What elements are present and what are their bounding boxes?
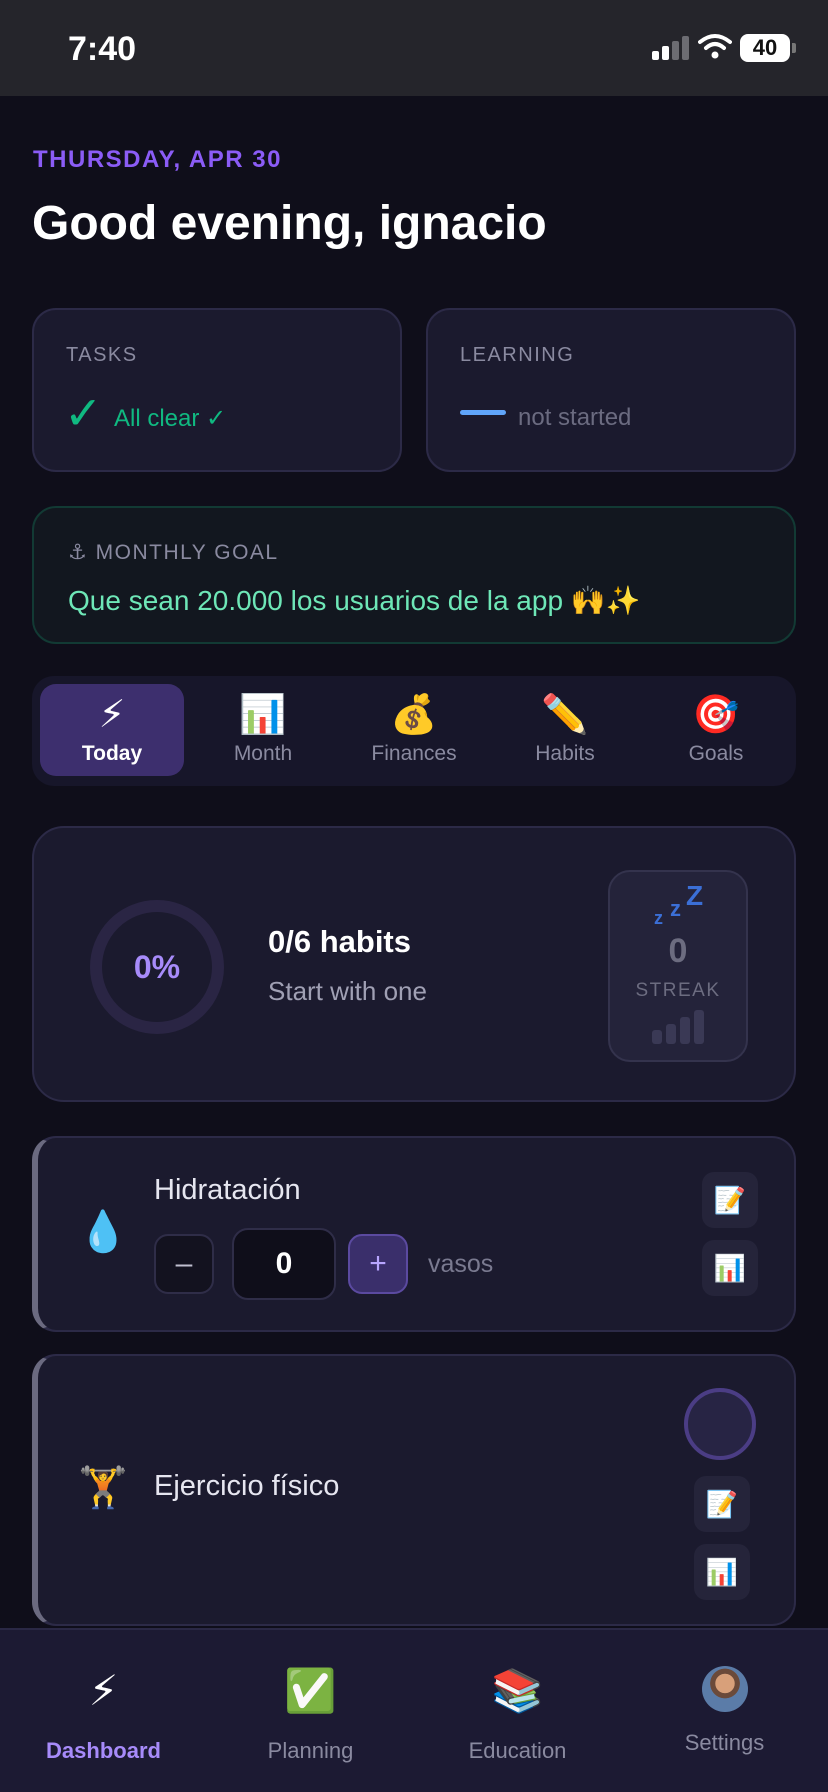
habit-count[interactable]: 0	[232, 1228, 336, 1300]
habits-count: 0/6 habits	[268, 924, 411, 959]
tab-label: Today	[81, 742, 143, 765]
status-time: 7:40	[68, 30, 137, 68]
habit-name: Hidratación	[154, 1174, 301, 1206]
greeting-title: Good evening, ignacio	[32, 197, 547, 250]
money-bag-icon: 💰	[390, 694, 438, 736]
tab-goals[interactable]: 🎯 Goals	[644, 684, 788, 776]
wifi-icon	[698, 34, 732, 59]
tab-month[interactable]: 📊 Month	[191, 684, 335, 776]
tab-today[interactable]: ⚡ Today	[40, 684, 184, 776]
check-icon: ✓	[64, 387, 103, 439]
stats-button[interactable]: 📊	[702, 1240, 758, 1296]
signal-bars-icon	[652, 1010, 708, 1044]
check-box-icon: ✅	[284, 1667, 337, 1714]
habit-card-ejercicio: 🏋️ Ejercicio físico 📝 📊	[32, 1354, 796, 1626]
habit-card-hidratacion: 💧 Hidratación – 0 + vasos 📝 📊	[32, 1136, 796, 1332]
tasks-label: TASKS	[66, 344, 138, 366]
signal-icon	[652, 34, 690, 60]
tasks-status: All clear ✓	[114, 405, 227, 432]
progress-percent: 0%	[133, 949, 181, 985]
current-date: THURSDAY, APR 30	[33, 146, 282, 173]
habits-subtitle: Start with one	[268, 976, 427, 1006]
streak-label: STREAK	[635, 980, 721, 1001]
nav-planning[interactable]: ✅ Planning	[207, 1630, 414, 1792]
habit-name: Ejercicio físico	[154, 1470, 340, 1502]
nav-label: Settings	[684, 1730, 765, 1755]
target-icon: 🎯	[692, 694, 740, 736]
books-icon: 📚	[491, 1667, 544, 1714]
increment-button[interactable]: +	[348, 1234, 408, 1294]
streak-badge[interactable]: z z Z 0 STREAK	[608, 870, 748, 1062]
battery-icon: 40	[740, 34, 790, 62]
nav-label: Planning	[267, 1738, 354, 1763]
sleep-icon: z z Z	[654, 880, 704, 928]
nav-label: Education	[468, 1738, 567, 1763]
nav-label: Dashboard	[46, 1738, 161, 1763]
dash-icon	[460, 410, 506, 415]
habits-summary-card: 0% 0/6 habits Start with one z z Z 0 STR…	[32, 826, 796, 1102]
habit-complete-toggle[interactable]	[684, 1388, 756, 1460]
nav-education[interactable]: 📚 Education	[414, 1630, 621, 1792]
tasks-card[interactable]: TASKS ✓ All clear ✓	[32, 308, 402, 472]
status-bar: 7:40 40	[0, 0, 828, 96]
monthly-goal-text: Que sean 20.000 los usuarios de la app 🙌…	[68, 585, 641, 616]
note-button[interactable]: 📝	[694, 1476, 750, 1532]
water-drop-icon: 💧	[78, 1210, 128, 1254]
note-button[interactable]: 📝	[702, 1172, 758, 1228]
pencil-icon: ✏️	[541, 694, 589, 736]
battery-tip	[792, 43, 796, 53]
tab-label: Habits	[535, 742, 595, 765]
weightlifter-icon: 🏋️	[78, 1466, 128, 1510]
section-tabs: ⚡ Today 📊 Month 💰 Finances ✏️ Habits 🎯 G…	[32, 676, 796, 786]
habit-unit: vasos	[428, 1250, 494, 1278]
avatar[interactable]	[702, 1666, 748, 1712]
monthly-goal-label: ⚓ MONTHLY GOAL	[68, 541, 279, 564]
lightning-icon: ⚡	[98, 694, 126, 736]
streak-value: 0	[668, 932, 688, 970]
learning-label: LEARNING	[460, 344, 575, 366]
stats-button[interactable]: 📊	[694, 1544, 750, 1600]
tab-finances[interactable]: 💰 Finances	[342, 684, 486, 776]
tab-habits[interactable]: ✏️ Habits	[493, 684, 637, 776]
learning-card[interactable]: LEARNING not started	[426, 308, 796, 472]
nav-dashboard[interactable]: ⚡ Dashboard	[0, 1630, 207, 1792]
bottom-navigation: ⚡ Dashboard ✅ Planning 📚 Education Setti…	[0, 1628, 828, 1792]
decrement-button[interactable]: –	[154, 1234, 214, 1294]
learning-status: not started	[518, 404, 632, 431]
bar-chart-icon: 📊	[239, 694, 287, 736]
tab-label: Month	[233, 742, 293, 765]
progress-ring: 0%	[90, 900, 224, 1034]
tab-label: Finances	[371, 742, 457, 765]
tab-label: Goals	[688, 742, 744, 765]
lightning-icon: ⚡	[88, 1667, 119, 1714]
monthly-goal-card[interactable]: ⚓ MONTHLY GOAL Que sean 20.000 los usuar…	[32, 506, 796, 644]
